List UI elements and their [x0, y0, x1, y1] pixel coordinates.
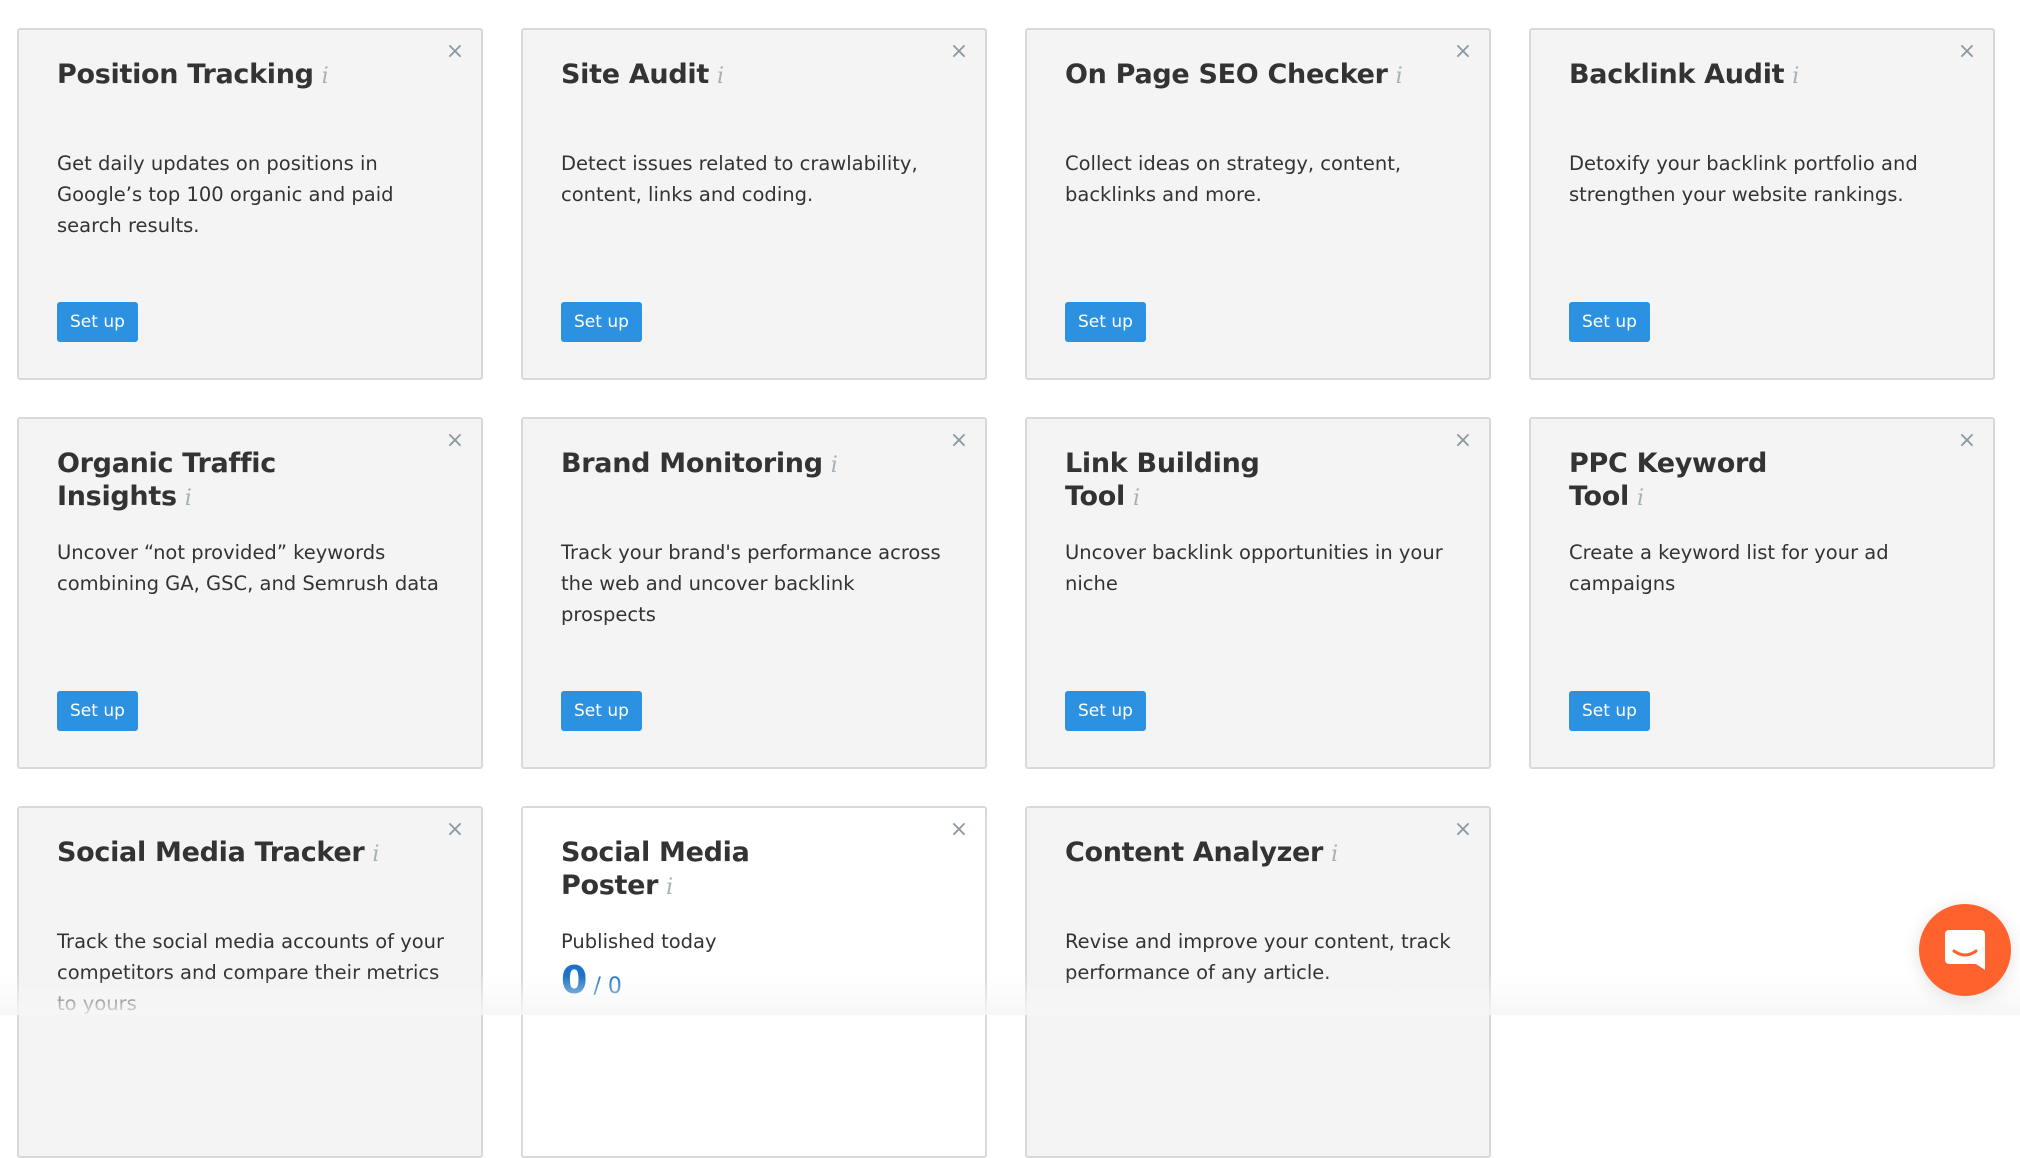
card-position-tracking: × Position Trackingi Get daily updates o… — [17, 28, 483, 380]
close-icon[interactable]: × — [443, 40, 467, 64]
setup-button[interactable]: Set up — [1569, 691, 1650, 731]
card-social-media-poster: × Social Media Posteri Published today 0… — [521, 806, 987, 1158]
card-description: Collect ideas on strategy, content, back… — [1065, 148, 1459, 210]
card-title: PPC Keyword Tooli — [1569, 447, 1923, 515]
info-icon[interactable]: i — [185, 482, 192, 515]
chat-icon — [1944, 928, 1986, 972]
card-description: Create a keyword list for your ad campai… — [1569, 537, 1963, 599]
card-title: Backlink Auditi — [1569, 58, 1923, 93]
close-icon[interactable]: × — [1955, 429, 1979, 453]
card-site-audit: × Site Auditi Detect issues related to c… — [521, 28, 987, 380]
card-title: On Page SEO Checkeri — [1065, 58, 1419, 93]
card-organic-traffic-insights: × Organic Traffic Insightsi Uncover “not… — [17, 417, 483, 769]
info-icon[interactable]: i — [1133, 482, 1140, 515]
chat-launcher-button[interactable] — [1919, 904, 2011, 996]
card-content-analyzer: × Content Analyzeri Revise and improve y… — [1025, 806, 1491, 1158]
card-description: Revise and improve your content, track p… — [1065, 926, 1459, 988]
card-on-page-seo-checker: × On Page SEO Checkeri Collect ideas on … — [1025, 28, 1491, 380]
card-description: Get daily updates on positions in Google… — [57, 148, 451, 241]
card-link-building-tool: × Link Building Tooli Uncover backlink o… — [1025, 417, 1491, 769]
info-icon[interactable]: i — [1331, 838, 1338, 871]
card-backlink-audit: × Backlink Auditi Detoxify your backlink… — [1529, 28, 1995, 380]
setup-button[interactable]: Set up — [57, 302, 138, 342]
info-icon[interactable]: i — [372, 838, 379, 871]
card-title: Link Building Tooli — [1065, 447, 1419, 515]
info-icon[interactable]: i — [831, 449, 838, 482]
card-description: Detoxify your backlink portfolio and str… — [1569, 148, 1963, 210]
setup-button[interactable]: Set up — [1569, 302, 1650, 342]
published-counter: 0/ 0 — [561, 958, 622, 1002]
card-description: Detect issues related to crawlability, c… — [561, 148, 955, 210]
card-ppc-keyword-tool: × PPC Keyword Tooli Create a keyword lis… — [1529, 417, 1995, 769]
card-title: Site Auditi — [561, 58, 915, 93]
card-title: Position Trackingi — [57, 58, 411, 93]
card-brand-monitoring: × Brand Monitoringi Track your brand's p… — [521, 417, 987, 769]
published-today-label: Published today — [561, 926, 717, 957]
setup-button[interactable]: Set up — [561, 302, 642, 342]
card-title: Content Analyzeri — [1065, 836, 1419, 871]
info-icon[interactable]: i — [666, 871, 673, 904]
close-icon[interactable]: × — [947, 429, 971, 453]
close-icon[interactable]: × — [1451, 818, 1475, 842]
info-icon[interactable]: i — [717, 60, 724, 93]
tools-widget-grid: × Position Trackingi Get daily updates o… — [17, 28, 1995, 1158]
close-icon[interactable]: × — [1451, 40, 1475, 64]
card-description: Track your brand's performance across th… — [561, 537, 955, 630]
setup-button[interactable]: Set up — [1065, 691, 1146, 731]
card-description: Uncover “not provided” keywords combinin… — [57, 537, 451, 599]
card-title: Social Media Posteri — [561, 836, 915, 904]
card-social-media-tracker: × Social Media Trackeri Track the social… — [17, 806, 483, 1158]
setup-button[interactable]: Set up — [1065, 302, 1146, 342]
close-icon[interactable]: × — [947, 40, 971, 64]
published-total: / 0 — [593, 974, 621, 999]
info-icon[interactable]: i — [1637, 482, 1644, 515]
setup-button[interactable]: Set up — [561, 691, 642, 731]
info-icon[interactable]: i — [322, 60, 329, 93]
close-icon[interactable]: × — [1955, 40, 1979, 64]
card-title: Organic Traffic Insightsi — [57, 447, 411, 515]
close-icon[interactable]: × — [1451, 429, 1475, 453]
info-icon[interactable]: i — [1396, 60, 1403, 93]
close-icon[interactable]: × — [947, 818, 971, 842]
published-count[interactable]: 0 — [561, 958, 587, 1002]
info-icon[interactable]: i — [1792, 60, 1799, 93]
card-title: Social Media Trackeri — [57, 836, 411, 871]
card-description: Uncover backlink opportunities in your n… — [1065, 537, 1459, 599]
setup-button[interactable]: Set up — [57, 691, 138, 731]
card-description: Track the social media accounts of your … — [57, 926, 451, 1019]
close-icon[interactable]: × — [443, 429, 467, 453]
close-icon[interactable]: × — [443, 818, 467, 842]
card-title: Brand Monitoringi — [561, 447, 915, 482]
